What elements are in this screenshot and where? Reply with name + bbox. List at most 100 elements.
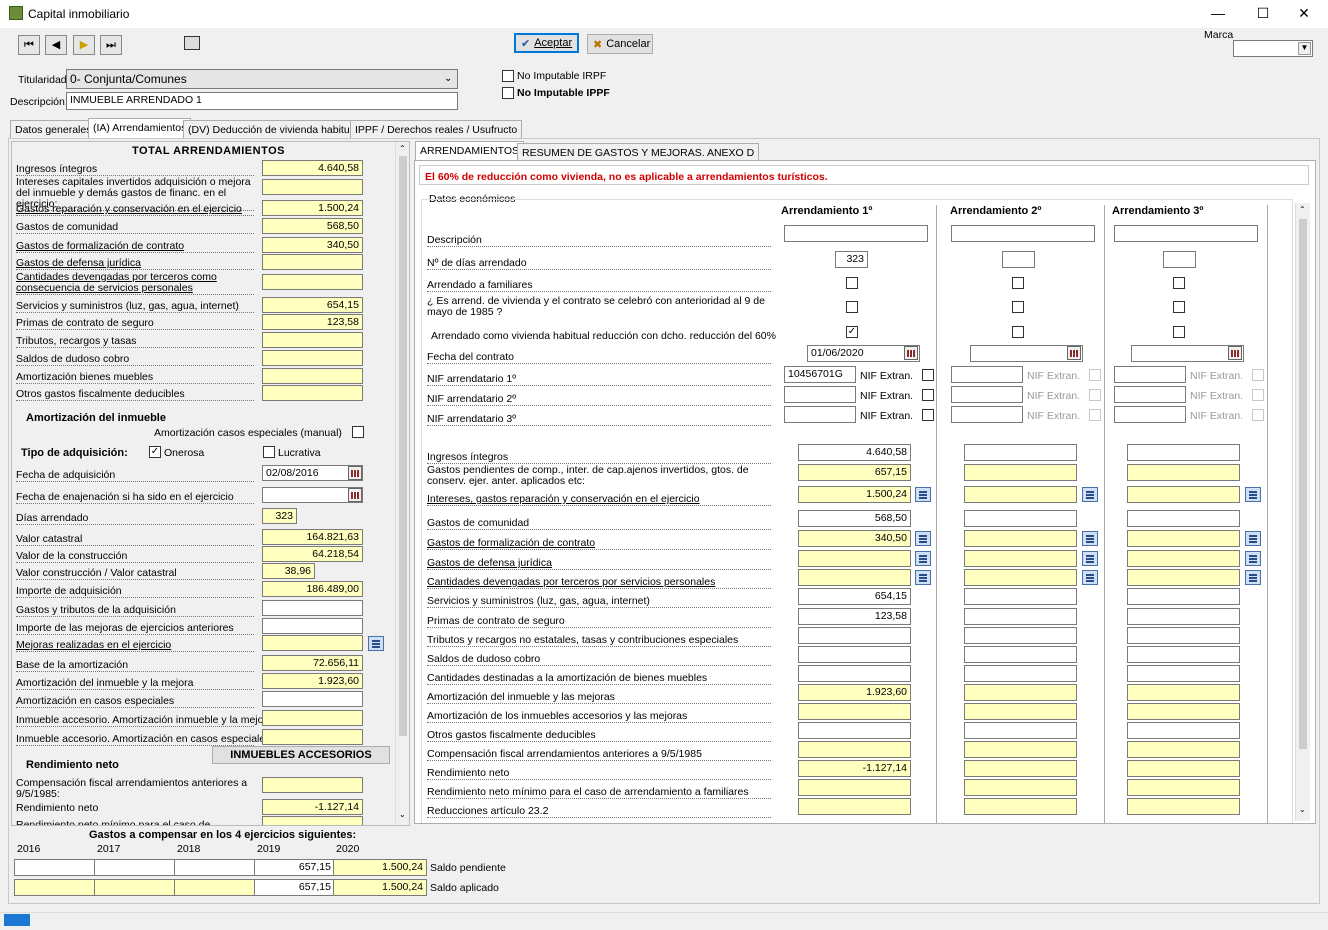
right-row-value[interactable]: [1127, 646, 1240, 663]
calendar-icon[interactable]: [1067, 346, 1081, 360]
left-row-value[interactable]: 123,58: [262, 314, 363, 330]
nif-extran-checkbox[interactable]: [1252, 409, 1264, 421]
dias-input[interactable]: 323: [835, 251, 868, 268]
nif-arrendatario-input[interactable]: [1114, 366, 1186, 383]
right-row-value[interactable]: [798, 703, 911, 720]
nif-extran-checkbox[interactable]: [1089, 409, 1101, 421]
familiares-checkbox[interactable]: [1012, 277, 1024, 289]
right-row-value[interactable]: [964, 608, 1077, 625]
nif-extran-checkbox[interactable]: [922, 369, 934, 381]
nif-arrendatario-input[interactable]: [784, 406, 856, 423]
left-row2-value[interactable]: 186.489,00: [262, 581, 363, 597]
calendar-icon[interactable]: [348, 466, 362, 480]
left-row-value[interactable]: 4.640,58: [262, 160, 363, 176]
calculator-icon[interactable]: [915, 570, 931, 585]
left-row2-value[interactable]: [262, 600, 363, 616]
right-row-value[interactable]: [964, 665, 1077, 682]
right-row-value[interactable]: [798, 779, 911, 796]
next-record-button[interactable]: ▶: [73, 35, 95, 55]
left-row-value[interactable]: [262, 274, 363, 290]
right-row-value[interactable]: 4.640,58: [798, 444, 911, 461]
right-row-value[interactable]: [1127, 627, 1240, 644]
left-row2-value[interactable]: 1.923,60: [262, 673, 363, 689]
calendar-icon[interactable]: [1228, 346, 1242, 360]
calculator-icon[interactable]: [1082, 531, 1098, 546]
right-row-value[interactable]: [964, 550, 1077, 567]
calculator-icon[interactable]: [1245, 570, 1261, 585]
right-scroll-down-icon[interactable]: ⌄: [1299, 805, 1306, 814]
right-row-value[interactable]: 568,50: [798, 510, 911, 527]
nif-extran-checkbox[interactable]: [1252, 369, 1264, 381]
calculator-icon[interactable]: [915, 551, 931, 566]
left-row-value[interactable]: 340,50: [262, 237, 363, 253]
left-row2-value[interactable]: [262, 710, 363, 726]
scroll-down-icon[interactable]: ⌄: [399, 810, 406, 819]
right-row-value[interactable]: 657,15: [798, 464, 911, 481]
nif-extran-checkbox[interactable]: [1252, 389, 1264, 401]
left-row-value[interactable]: 1.500,24: [262, 200, 363, 216]
calculator-icon[interactable]: [915, 531, 931, 546]
left-row-value[interactable]: [262, 332, 363, 348]
right-row-value[interactable]: 1.500,24: [798, 486, 911, 503]
nif-arrendatario-input[interactable]: 10456701G: [784, 366, 856, 383]
right-row-value[interactable]: [1127, 779, 1240, 796]
left-row-value[interactable]: 568,50: [262, 218, 363, 234]
right-row-value[interactable]: [964, 646, 1077, 663]
nif-extran-checkbox[interactable]: [922, 409, 934, 421]
right-row-value[interactable]: [1127, 760, 1240, 777]
dias-input[interactable]: [1002, 251, 1035, 268]
familiares-checkbox[interactable]: [846, 277, 858, 289]
right-row-value[interactable]: [798, 627, 911, 644]
left-row-value[interactable]: [262, 254, 363, 270]
printer-icon[interactable]: [184, 36, 200, 50]
scroll-up-icon[interactable]: ⌃: [399, 144, 406, 153]
left-row3-value[interactable]: -1.127,14: [262, 799, 363, 815]
inmuebles-accesorios-button[interactable]: INMUEBLES ACCESORIOS: [212, 746, 390, 764]
compensar-cell[interactable]: 657,15: [254, 859, 335, 876]
compensar-cell[interactable]: [174, 879, 255, 896]
calculator-icon[interactable]: [1245, 531, 1261, 546]
right-row-value[interactable]: [1127, 608, 1240, 625]
right-row-value[interactable]: [964, 779, 1077, 796]
left-row2-value[interactable]: 72.656,11: [262, 655, 363, 671]
onerosa-checkbox[interactable]: ✓: [149, 446, 161, 458]
vivienda-habitual-checkbox[interactable]: [1173, 326, 1185, 338]
right-row-value[interactable]: [964, 588, 1077, 605]
left-row2-value[interactable]: [262, 618, 363, 634]
accept-button[interactable]: ✔ Aceptar: [514, 33, 579, 53]
right-row-value[interactable]: [1127, 741, 1240, 758]
right-row-value[interactable]: 654,15: [798, 588, 911, 605]
nif-extran-checkbox[interactable]: [1089, 369, 1101, 381]
right-row-value[interactable]: [964, 464, 1077, 481]
compensar-cell[interactable]: [14, 859, 95, 876]
left-row2-value[interactable]: [262, 635, 363, 651]
left-scroll-thumb[interactable]: [399, 156, 407, 736]
right-row-value[interactable]: [964, 760, 1077, 777]
no-imputable-irpf-checkbox[interactable]: [502, 70, 514, 82]
compensar-cell[interactable]: [174, 859, 255, 876]
right-row-value[interactable]: [964, 627, 1077, 644]
tab-arrendamientos[interactable]: (IA) Arrendamientos: [88, 118, 192, 138]
right-row-value[interactable]: [798, 646, 911, 663]
anterior-1985-checkbox[interactable]: [846, 301, 858, 313]
no-imputable-ippf-checkbox[interactable]: [502, 87, 514, 99]
compensar-cell[interactable]: [94, 859, 175, 876]
nif-arrendatario-input[interactable]: [951, 406, 1023, 423]
last-record-button[interactable]: ⏭: [100, 35, 122, 55]
right-row-value[interactable]: [1127, 703, 1240, 720]
left-row2-value[interactable]: [262, 729, 363, 745]
right-row-value[interactable]: [798, 798, 911, 815]
right-row-value[interactable]: [964, 703, 1077, 720]
descripcion-arrendamiento-input[interactable]: [1114, 225, 1258, 242]
right-row-value[interactable]: [964, 684, 1077, 701]
right-row-value[interactable]: [1127, 510, 1240, 527]
right-scrollbar[interactable]: ⌃ ⌄: [1295, 203, 1310, 821]
vivienda-habitual-checkbox[interactable]: ✓: [846, 326, 858, 338]
cancel-button[interactable]: ✖ Cancelar: [587, 34, 653, 54]
familiares-checkbox[interactable]: [1173, 277, 1185, 289]
compensar-cell[interactable]: [14, 879, 95, 896]
left-row-value[interactable]: [262, 368, 363, 384]
anterior-1985-checkbox[interactable]: [1173, 301, 1185, 313]
right-row-value[interactable]: [1127, 550, 1240, 567]
right-row-value[interactable]: [798, 741, 911, 758]
